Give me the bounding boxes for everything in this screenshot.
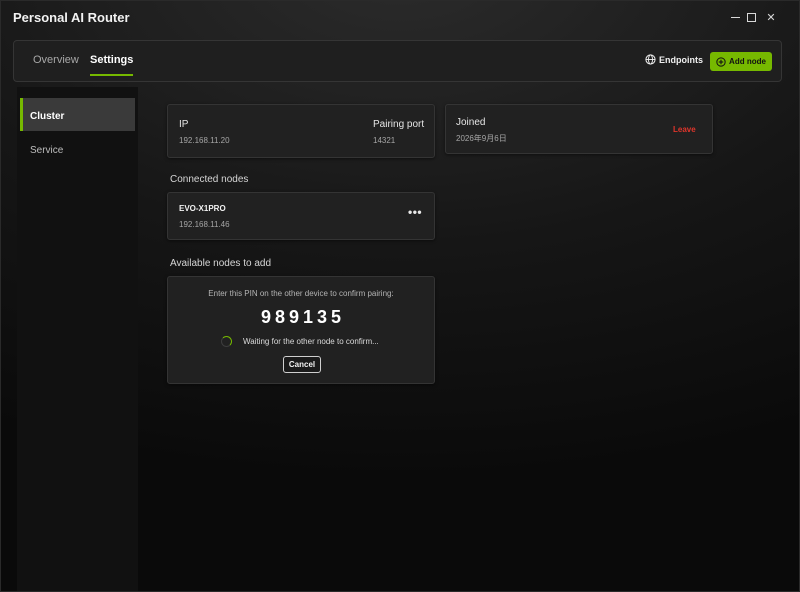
add-node-label: Add node <box>729 57 766 66</box>
connected-nodes-title: Connected nodes <box>170 174 249 185</box>
cluster-info-card: IP 192.168.11.20 Pairing port 14321 <box>167 104 435 158</box>
node-name: EVO-X1PRO <box>179 204 226 213</box>
maximize-icon[interactable] <box>741 7 761 27</box>
more-options-icon[interactable]: ••• <box>408 206 422 218</box>
connected-node-card: EVO-X1PRO 192.168.11.46 ••• <box>167 192 435 240</box>
tab-overview[interactable]: Overview <box>33 54 79 66</box>
sidebar-item-service[interactable]: Service <box>20 132 135 165</box>
node-ip: 192.168.11.46 <box>179 220 230 229</box>
sidebar-item-cluster[interactable]: Cluster <box>20 98 135 131</box>
pairing-pin-card: Enter this PIN on the other device to co… <box>167 276 435 384</box>
plus-circle-icon <box>716 56 726 67</box>
loading-spinner-icon <box>221 336 232 347</box>
top-nav: Overview Settings Endpoints Add node <box>13 40 782 82</box>
ip-label: IP <box>179 119 189 130</box>
globe-icon <box>645 54 656 65</box>
pairing-port-label: Pairing port <box>373 119 425 130</box>
joined-card: Joined 2026年9月6日 Leave <box>445 104 713 154</box>
endpoints-label: Endpoints <box>659 54 703 65</box>
sidebar: Cluster Service <box>17 87 138 591</box>
endpoints-button[interactable]: Endpoints <box>645 54 703 65</box>
app-title: Personal AI Router <box>13 10 130 25</box>
available-nodes-title: Available nodes to add <box>170 258 272 269</box>
waiting-status: Waiting for the other node to confirm... <box>243 337 379 346</box>
close-glyph: ✕ <box>766 11 776 24</box>
app-window: Personal AI Router ✕ Overview Settings E… <box>0 0 800 592</box>
cancel-button[interactable]: Cancel <box>283 356 321 373</box>
pin-instruction: Enter this PIN on the other device to co… <box>208 289 394 298</box>
title-bar: Personal AI Router ✕ <box>1 1 799 33</box>
add-node-button[interactable]: Add node <box>710 52 772 71</box>
tab-settings[interactable]: Settings <box>90 54 134 76</box>
joined-label: Joined <box>456 117 486 128</box>
joined-date: 2026年9月6日 <box>456 134 507 143</box>
pairing-port-value: 14321 <box>373 136 396 145</box>
pairing-pin: 989135 <box>260 307 346 327</box>
ip-value: 192.168.11.20 <box>179 136 230 145</box>
close-icon[interactable]: ✕ <box>761 7 781 27</box>
leave-button[interactable]: Leave <box>673 125 696 134</box>
